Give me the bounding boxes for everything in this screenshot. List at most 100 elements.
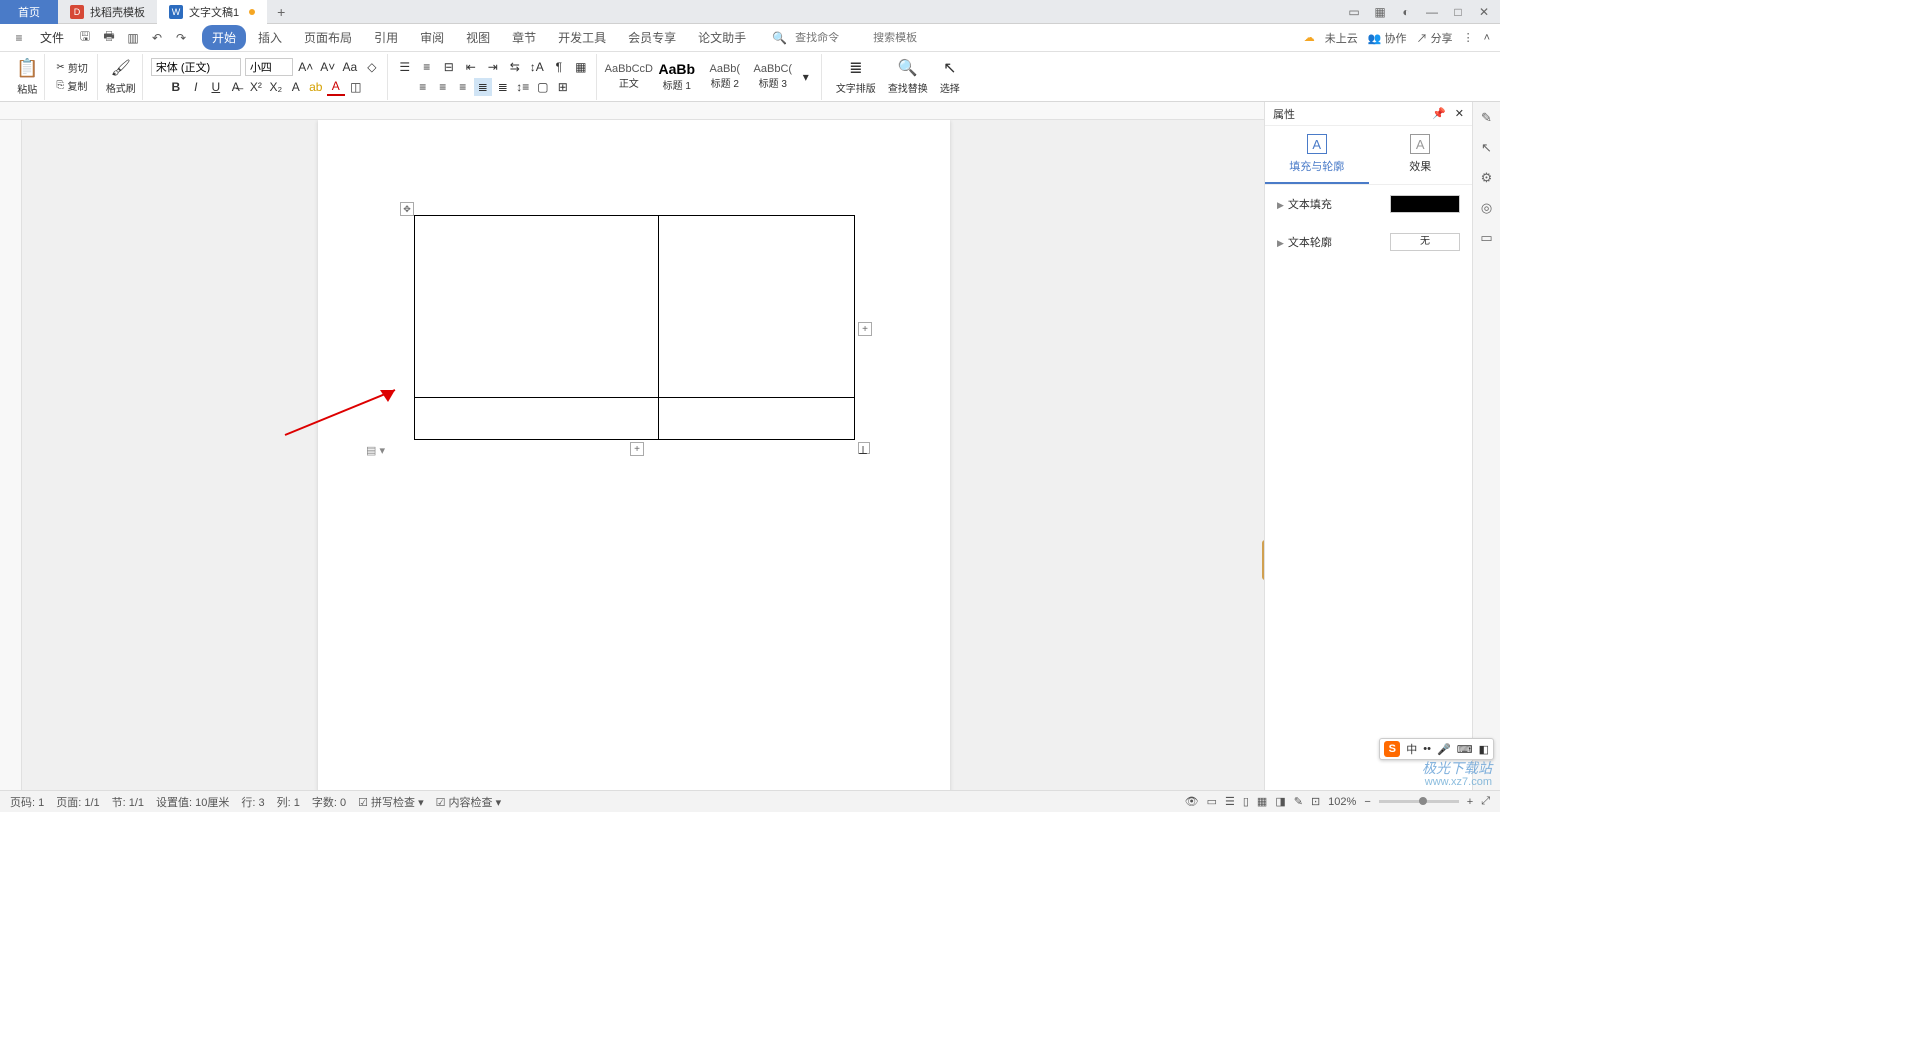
decrease-indent-icon[interactable]: ⇤	[462, 58, 480, 76]
change-case-icon[interactable]: Aa	[341, 58, 359, 76]
share-button[interactable]: ↗ 分享	[1417, 30, 1453, 46]
vertical-ruler[interactable]	[0, 120, 22, 790]
table-borders-icon[interactable]: ⊞	[554, 78, 572, 96]
cloud-icon[interactable]: ☁	[1304, 31, 1315, 44]
distribute-icon[interactable]: ≣	[494, 78, 512, 96]
status-section[interactable]: 节: 1/1	[112, 794, 144, 810]
tab-home[interactable]: 首页	[0, 0, 58, 24]
table-add-column-button[interactable]: +	[858, 322, 872, 336]
apps-icon[interactable]: ▦	[1372, 4, 1388, 20]
maximize-button[interactable]: □	[1450, 4, 1466, 20]
bold-button[interactable]: B	[167, 78, 185, 96]
close-panel-icon[interactable]: ✕	[1455, 108, 1464, 120]
print-icon[interactable]: 🖶	[100, 29, 118, 47]
ime-keyboard-icon[interactable]: ⌨	[1457, 743, 1473, 756]
style-heading2[interactable]: AaBb(标题 2	[701, 61, 749, 92]
undo-icon[interactable]: ↶	[148, 29, 166, 47]
ime-lang[interactable]: 中	[1406, 741, 1417, 757]
tab-effects[interactable]: A 效果	[1369, 126, 1473, 184]
align-justify-icon[interactable]: ≣	[474, 78, 492, 96]
tab-document[interactable]: W 文字文稿1	[157, 0, 267, 24]
ime-skin-icon[interactable]: ◧	[1479, 743, 1489, 756]
tab-paper-helper[interactable]: 论文助手	[688, 25, 756, 50]
align-right-icon[interactable]: ≡	[454, 78, 472, 96]
text-outline-select[interactable]: 无	[1390, 233, 1460, 251]
view-outline-icon[interactable]: ☰	[1225, 795, 1235, 808]
style-heading1[interactable]: AaBb标题 1	[653, 59, 701, 94]
status-words[interactable]: 字数: 0	[312, 794, 346, 810]
location-icon[interactable]: ◎	[1477, 198, 1497, 218]
numbering-icon[interactable]: ≡	[418, 58, 436, 76]
eye-icon[interactable]: 👁	[1185, 795, 1199, 808]
zoom-level[interactable]: 102%	[1328, 796, 1356, 808]
view-fullscreen-icon[interactable]: ◨	[1275, 795, 1285, 808]
shading-icon[interactable]: ▢	[534, 78, 552, 96]
settings-icon[interactable]: ⚙	[1477, 168, 1497, 188]
align-center-icon[interactable]: ≡	[434, 78, 452, 96]
hamburger-icon[interactable]: ≡	[10, 29, 28, 47]
zoom-out-button[interactable]: −	[1364, 796, 1370, 808]
cursor-select-icon[interactable]: ↖	[1477, 138, 1497, 158]
ime-mic-icon[interactable]: 🎤	[1437, 743, 1451, 756]
tab-section[interactable]: 章节	[502, 25, 546, 50]
line-spacing-icon[interactable]: ↕≡	[514, 78, 532, 96]
table-cell-empty[interactable]	[415, 398, 659, 440]
document-area[interactable]: ✥ + + ⟂ ▤ ▾	[0, 120, 1264, 790]
status-col[interactable]: 列: 1	[277, 794, 300, 810]
strike-button[interactable]: A̶	[227, 78, 245, 96]
copy-button[interactable]: ⎘复制	[53, 77, 90, 94]
multilevel-icon[interactable]: ⊟	[440, 58, 458, 76]
format-painter-button[interactable]: 🖌 格式刷	[106, 58, 136, 95]
tab-page-layout[interactable]: 页面布局	[294, 25, 362, 50]
print-preview-icon[interactable]: ▥	[124, 29, 142, 47]
tab-insert[interactable]: 插入	[248, 25, 292, 50]
tab-member[interactable]: 会员专享	[618, 25, 686, 50]
show-marks-icon[interactable]: ¶	[550, 58, 568, 76]
select-button[interactable]: ↖选择	[934, 58, 966, 95]
status-row[interactable]: 行: 3	[241, 794, 264, 810]
search-command-input[interactable]	[795, 32, 865, 44]
table-cell-with-image[interactable]	[415, 216, 659, 398]
borders-icon[interactable]: ▦	[572, 58, 590, 76]
table-resize-handle[interactable]: ⟂	[858, 442, 870, 454]
edit-mode-icon[interactable]: ✎	[1294, 795, 1303, 808]
paste-button[interactable]: 📋 粘贴	[16, 58, 38, 96]
cloud-status[interactable]: 未上云	[1325, 30, 1358, 46]
pin-icon[interactable]: 📌	[1432, 108, 1446, 120]
search-template-input[interactable]	[873, 32, 943, 44]
tab-view[interactable]: 视图	[456, 25, 500, 50]
status-page[interactable]: 页面: 1/1	[56, 794, 99, 810]
status-content-check[interactable]: ☑ 内容检查 ▾	[436, 794, 502, 810]
tab-char-icon[interactable]: ⇆	[506, 58, 524, 76]
style-heading3[interactable]: AaBbC(标题 3	[749, 61, 797, 92]
font-size-select[interactable]	[245, 58, 293, 76]
find-replace-button[interactable]: 🔍查找替换	[882, 58, 934, 95]
file-menu[interactable]: 文件	[34, 27, 70, 48]
collab-button[interactable]: 👥 协作	[1368, 30, 1407, 46]
align-left-icon[interactable]: ≡	[414, 78, 432, 96]
styles-more-icon[interactable]: ▾	[797, 68, 815, 86]
clear-format-icon[interactable]: ◇	[363, 58, 381, 76]
user-avatar-icon[interactable]: ◐	[1398, 4, 1414, 20]
view-page-icon[interactable]: ▭	[1207, 795, 1217, 808]
shrink-font-icon[interactable]: A˅	[319, 58, 337, 76]
new-tab-button[interactable]: +	[267, 4, 295, 20]
zoom-slider[interactable]	[1379, 800, 1459, 803]
tab-template[interactable]: D 找稻壳模板	[58, 0, 157, 24]
window-layout-icon[interactable]: ▭	[1346, 4, 1362, 20]
status-page-number[interactable]: 页码: 1	[10, 794, 44, 810]
text-fill-color-picker[interactable]	[1390, 195, 1460, 213]
text-layout-button[interactable]: ≣文字排版	[830, 58, 882, 95]
font-color-icon[interactable]: A	[327, 78, 345, 96]
bookmark-icon[interactable]: ▭	[1477, 228, 1497, 248]
fit-icon[interactable]: ⊡	[1311, 795, 1320, 808]
subscript-button[interactable]: X₂	[267, 78, 285, 96]
status-spellcheck[interactable]: ☑ 拼写检查 ▾	[358, 794, 424, 810]
view-read-icon[interactable]: ▯	[1243, 795, 1249, 808]
collapse-ribbon-icon[interactable]: ˄	[1484, 32, 1490, 44]
ime-toolbar[interactable]: S 中 •• 🎤 ⌨ ◧	[1379, 738, 1494, 760]
expand-icon[interactable]: ▶	[1277, 238, 1284, 248]
tab-fill-outline[interactable]: A 填充与轮廓	[1265, 126, 1369, 184]
document-table[interactable]	[414, 215, 855, 440]
zoom-in-button[interactable]: +	[1467, 796, 1473, 808]
